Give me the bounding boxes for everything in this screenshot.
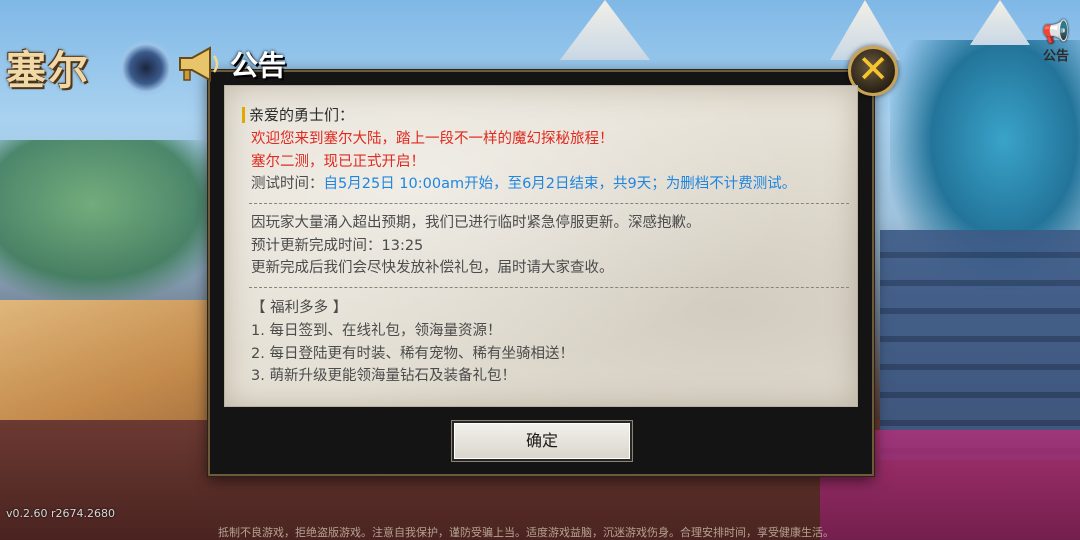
background-sail	[970, 0, 1030, 45]
game-logo: 塞尔	[6, 47, 90, 94]
game-logo-swirl	[118, 40, 174, 96]
test-time-line: 测试时间：自5月25日 10:00am开始，至6月2日结束，共9天；为删档不计费…	[251, 175, 796, 193]
background-floating-island	[0, 140, 230, 300]
dialog-title: 公告	[230, 49, 287, 82]
greeting-text: 亲爱的勇士们：	[249, 106, 355, 124]
game-screen: 塞尔 📢 公告 公告 ✕ 亲爱的勇士们： 欢迎您来到塞尔大陆，踏上一段不一样的魔…	[0, 0, 1080, 540]
benefit-item: 3. 萌新升级更能领海量钻石及装备礼包！	[251, 368, 516, 384]
greeting-marker	[242, 107, 245, 123]
test-time-value: 自5月25日 10:00am开始，至6月2日结束，共9天；为删档不计费测试。	[323, 176, 797, 192]
megaphone-icon: 📢	[1042, 20, 1070, 45]
background-sail	[560, 0, 650, 60]
section-divider	[249, 287, 849, 288]
maintenance-line: 预计更新完成时间：13:25	[251, 238, 424, 254]
section-divider	[249, 203, 849, 204]
announcement-content: 亲爱的勇士们： 欢迎您来到塞尔大陆，踏上一段不一样的魔幻探秘旅程！ 塞尔二测，现…	[224, 85, 858, 407]
notice-button-label: 公告	[1042, 49, 1069, 64]
maintenance-line: 因玩家大量涌入超出预期，我们已进行临时紧急停服更新。深感抱歉。	[251, 215, 701, 231]
test-time-label: 测试时间：	[251, 176, 324, 192]
health-notice: 抵制不良游戏，拒绝盗版游戏。注意自我保护，谨防受骗上当。适度游戏益脑，沉迷游戏伤…	[218, 526, 834, 539]
version-label: v0.2.60 r2674.2680	[6, 507, 116, 520]
welcome-line: 欢迎您来到塞尔大陆，踏上一段不一样的魔幻探秘旅程！	[251, 131, 614, 147]
confirm-button[interactable]: 确定	[452, 421, 632, 461]
maintenance-line: 更新完成后我们会尽快发放补偿礼包，届时请大家查收。	[251, 260, 614, 276]
background-stairs	[880, 230, 1080, 460]
benefits-header: 【 福利多多 】	[251, 300, 348, 316]
benefit-item: 1. 每日签到、在线礼包，领海量资源！	[251, 323, 502, 339]
launch-line: 塞尔二测，现已正式开启！	[251, 154, 425, 170]
benefit-item: 2. 每日登陆更有时装、稀有宠物、稀有坐骑相送！	[251, 346, 574, 362]
megaphone-icon	[179, 46, 219, 82]
notice-button[interactable]: 📢 公告	[1036, 20, 1076, 76]
